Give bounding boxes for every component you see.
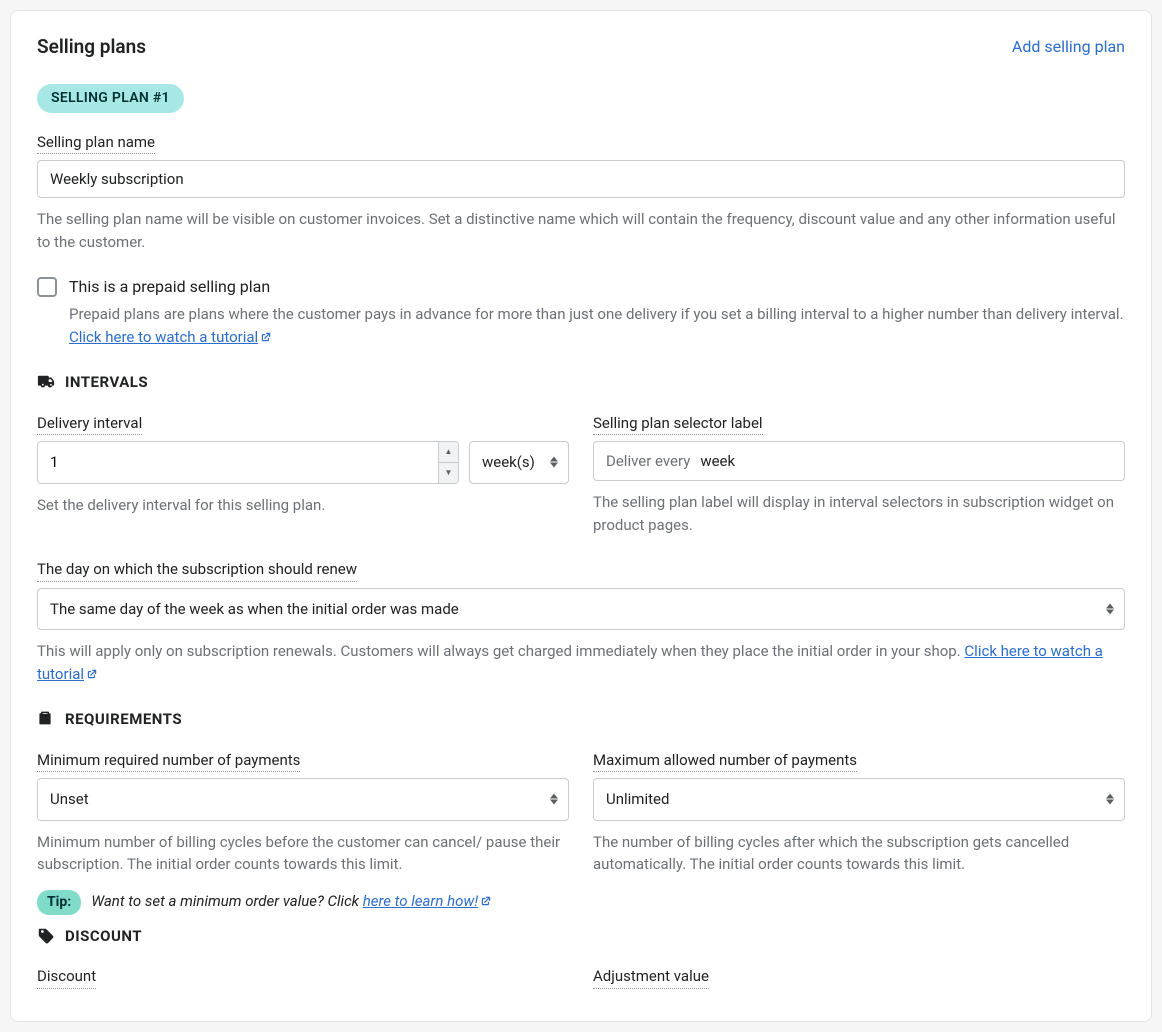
discount-section-header: DISCOUNT [37, 925, 1125, 948]
external-link-icon [480, 891, 492, 914]
adjustment-field: Adjustment value [593, 965, 1125, 995]
renew-day-help: This will apply only on subscription ren… [37, 640, 1125, 686]
tip-row: Tip: Want to set a minimum order value? … [37, 890, 1125, 915]
min-payments-field: Minimum required number of payments Unse… [37, 749, 569, 876]
tip-text: Want to set a minimum order value? Click… [91, 890, 492, 914]
number-spinners: ▲ ▼ [438, 442, 458, 483]
external-link-icon [86, 664, 98, 687]
discount-row: Discount Adjustment value [37, 965, 1125, 995]
requirements-title: REQUIREMENTS [65, 708, 182, 731]
chevron-updown-icon [1106, 794, 1114, 805]
max-payments-help: The number of billing cycles after which… [593, 831, 1125, 876]
max-payments-label: Maximum allowed number of payments [593, 749, 857, 773]
requirements-row: Minimum required number of payments Unse… [37, 749, 1125, 876]
min-payments-label: Minimum required number of payments [37, 749, 300, 773]
selector-label-input[interactable] [700, 452, 1112, 470]
prepaid-label: This is a prepaid selling plan [69, 275, 1125, 299]
truck-icon [37, 373, 55, 391]
max-payments-select[interactable]: Unlimited [593, 778, 1125, 821]
selling-plans-card: Selling plans Add selling plan SELLING P… [10, 10, 1152, 1022]
discount-field: Discount [37, 965, 569, 995]
discount-label: Discount [37, 965, 96, 989]
delivery-interval-help: Set the delivery interval for this selli… [37, 494, 569, 517]
prepaid-tutorial-link[interactable]: Click here to watch a tutorial [69, 328, 272, 346]
max-payments-field: Maximum allowed number of payments Unlim… [593, 749, 1125, 876]
card-header: Selling plans Add selling plan [37, 33, 1125, 62]
delivery-interval-input[interactable] [38, 442, 438, 483]
chevron-updown-icon [550, 794, 558, 805]
renew-day-field: The day on which the subscription should… [37, 558, 1125, 686]
adjustment-label: Adjustment value [593, 965, 709, 989]
plan-number-badge: SELLING PLAN #1 [37, 84, 184, 113]
selector-label-label: Selling plan selector label [593, 412, 763, 436]
plan-name-label: Selling plan name [37, 131, 155, 155]
delivery-interval-number[interactable]: ▲ ▼ [37, 441, 459, 484]
tag-icon [37, 927, 55, 945]
prepaid-checkbox[interactable] [37, 277, 57, 297]
prepaid-text: This is a prepaid selling plan Prepaid p… [69, 275, 1125, 349]
add-selling-plan-link[interactable]: Add selling plan [1012, 35, 1125, 59]
selector-label-field: Selling plan selector label Deliver ever… [593, 412, 1125, 537]
renew-day-select[interactable]: The same day of the week as when the ini… [37, 588, 1125, 631]
plan-name-input[interactable] [37, 160, 1125, 198]
prepaid-checkbox-row: This is a prepaid selling plan Prepaid p… [37, 275, 1125, 349]
requirements-section-header: REQUIREMENTS [37, 708, 1125, 731]
plan-name-help: The selling plan name will be visible on… [37, 208, 1125, 253]
discount-title: DISCOUNT [65, 925, 142, 948]
selector-label-help: The selling plan label will display in i… [593, 491, 1125, 536]
spinner-down[interactable]: ▼ [439, 463, 458, 483]
selector-label-input-wrap[interactable]: Deliver every [593, 441, 1125, 481]
min-payments-help: Minimum number of billing cycles before … [37, 831, 569, 876]
intervals-title: INTERVALS [65, 371, 148, 394]
clipboard-icon [37, 710, 55, 728]
chevron-updown-icon [1106, 603, 1114, 614]
renew-day-label: The day on which the subscription should… [37, 558, 357, 582]
external-link-icon [260, 327, 272, 350]
delivery-interval-label: Delivery interval [37, 412, 142, 436]
min-payments-select[interactable]: Unset [37, 778, 569, 821]
page-title: Selling plans [37, 33, 146, 62]
delivery-interval-field: Delivery interval ▲ ▼ week(s) [37, 412, 569, 537]
chevron-updown-icon [550, 457, 558, 468]
intervals-section-header: INTERVALS [37, 371, 1125, 394]
intervals-row: Delivery interval ▲ ▼ week(s) [37, 412, 1125, 537]
tip-link[interactable]: here to learn how! [363, 892, 492, 910]
prepaid-help: Prepaid plans are plans where the custom… [69, 303, 1125, 349]
delivery-unit-select[interactable]: week(s) [469, 441, 569, 484]
selector-label-prefix: Deliver every [606, 450, 690, 473]
tip-badge: Tip: [37, 890, 81, 915]
spinner-up[interactable]: ▲ [439, 442, 458, 463]
plan-name-field: Selling plan name The selling plan name … [37, 131, 1125, 254]
